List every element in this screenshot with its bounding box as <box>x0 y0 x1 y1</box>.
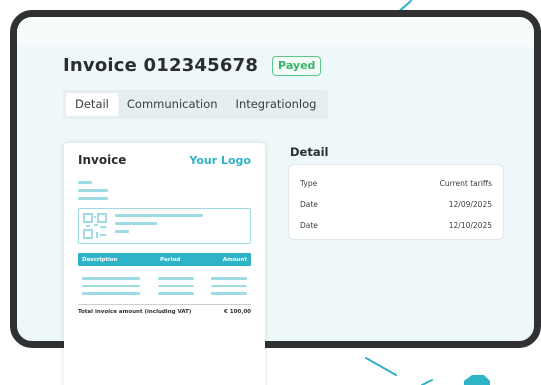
document-header: Invoice Your Logo <box>78 153 251 167</box>
page-title: Invoice 012345678 <box>63 55 259 76</box>
payment-box <box>78 208 251 244</box>
total-value: € 100,00 <box>224 308 251 315</box>
total-divider <box>78 303 251 305</box>
column-amount: Amount <box>222 256 247 263</box>
detail-label: Type <box>300 179 318 188</box>
window-topbar <box>17 17 534 47</box>
detail-heading: Detail <box>290 145 329 159</box>
detail-row-date: Date 12/10/2025 <box>300 215 492 236</box>
detail-card: Type Current tariffs Date 12/09/2025 Dat… <box>288 164 504 240</box>
tab-bar: Detail Communication Integrationlog <box>63 90 329 119</box>
total-row: Total invoice amount (including VAT) € 1… <box>78 309 251 315</box>
detail-value: Current tariffs <box>439 179 492 188</box>
status-badge: Payed <box>272 55 322 76</box>
invoice-header: Invoice 012345678 Payed <box>63 55 322 76</box>
column-period: Period <box>160 256 181 263</box>
logo-placeholder: Your Logo <box>189 153 251 167</box>
tab-detail[interactable]: Detail <box>66 93 118 116</box>
decorative-scribble-bottom <box>365 357 490 385</box>
column-description: Description <box>82 256 118 263</box>
tab-integrationlog[interactable]: Integrationlog <box>227 93 326 116</box>
detail-value: 12/10/2025 <box>448 221 492 230</box>
detail-label: Date <box>300 221 318 230</box>
invoice-table-body <box>78 277 251 295</box>
detail-row-date: Date 12/09/2025 <box>300 194 492 215</box>
detail-label: Date <box>300 200 318 209</box>
detail-row-type: Type Current tariffs <box>300 173 492 194</box>
payment-text-placeholder <box>115 214 203 238</box>
amount-column-placeholder <box>211 277 247 295</box>
total-label: Total invoice amount (including VAT) <box>78 308 192 315</box>
invoice-table-header: Description Period Amount <box>78 253 251 266</box>
document-title: Invoice <box>78 153 127 167</box>
invoice-document-preview: Invoice Your Logo Description Period Amo… <box>64 143 265 385</box>
address-placeholder <box>78 181 251 200</box>
stage: Invoice 012345678 Payed Detail Communica… <box>0 0 541 385</box>
period-column-placeholder <box>157 277 194 295</box>
qr-code-icon <box>83 213 107 239</box>
detail-value: 12/09/2025 <box>448 200 492 209</box>
description-column-placeholder <box>82 277 140 295</box>
tab-communication[interactable]: Communication <box>118 93 227 116</box>
